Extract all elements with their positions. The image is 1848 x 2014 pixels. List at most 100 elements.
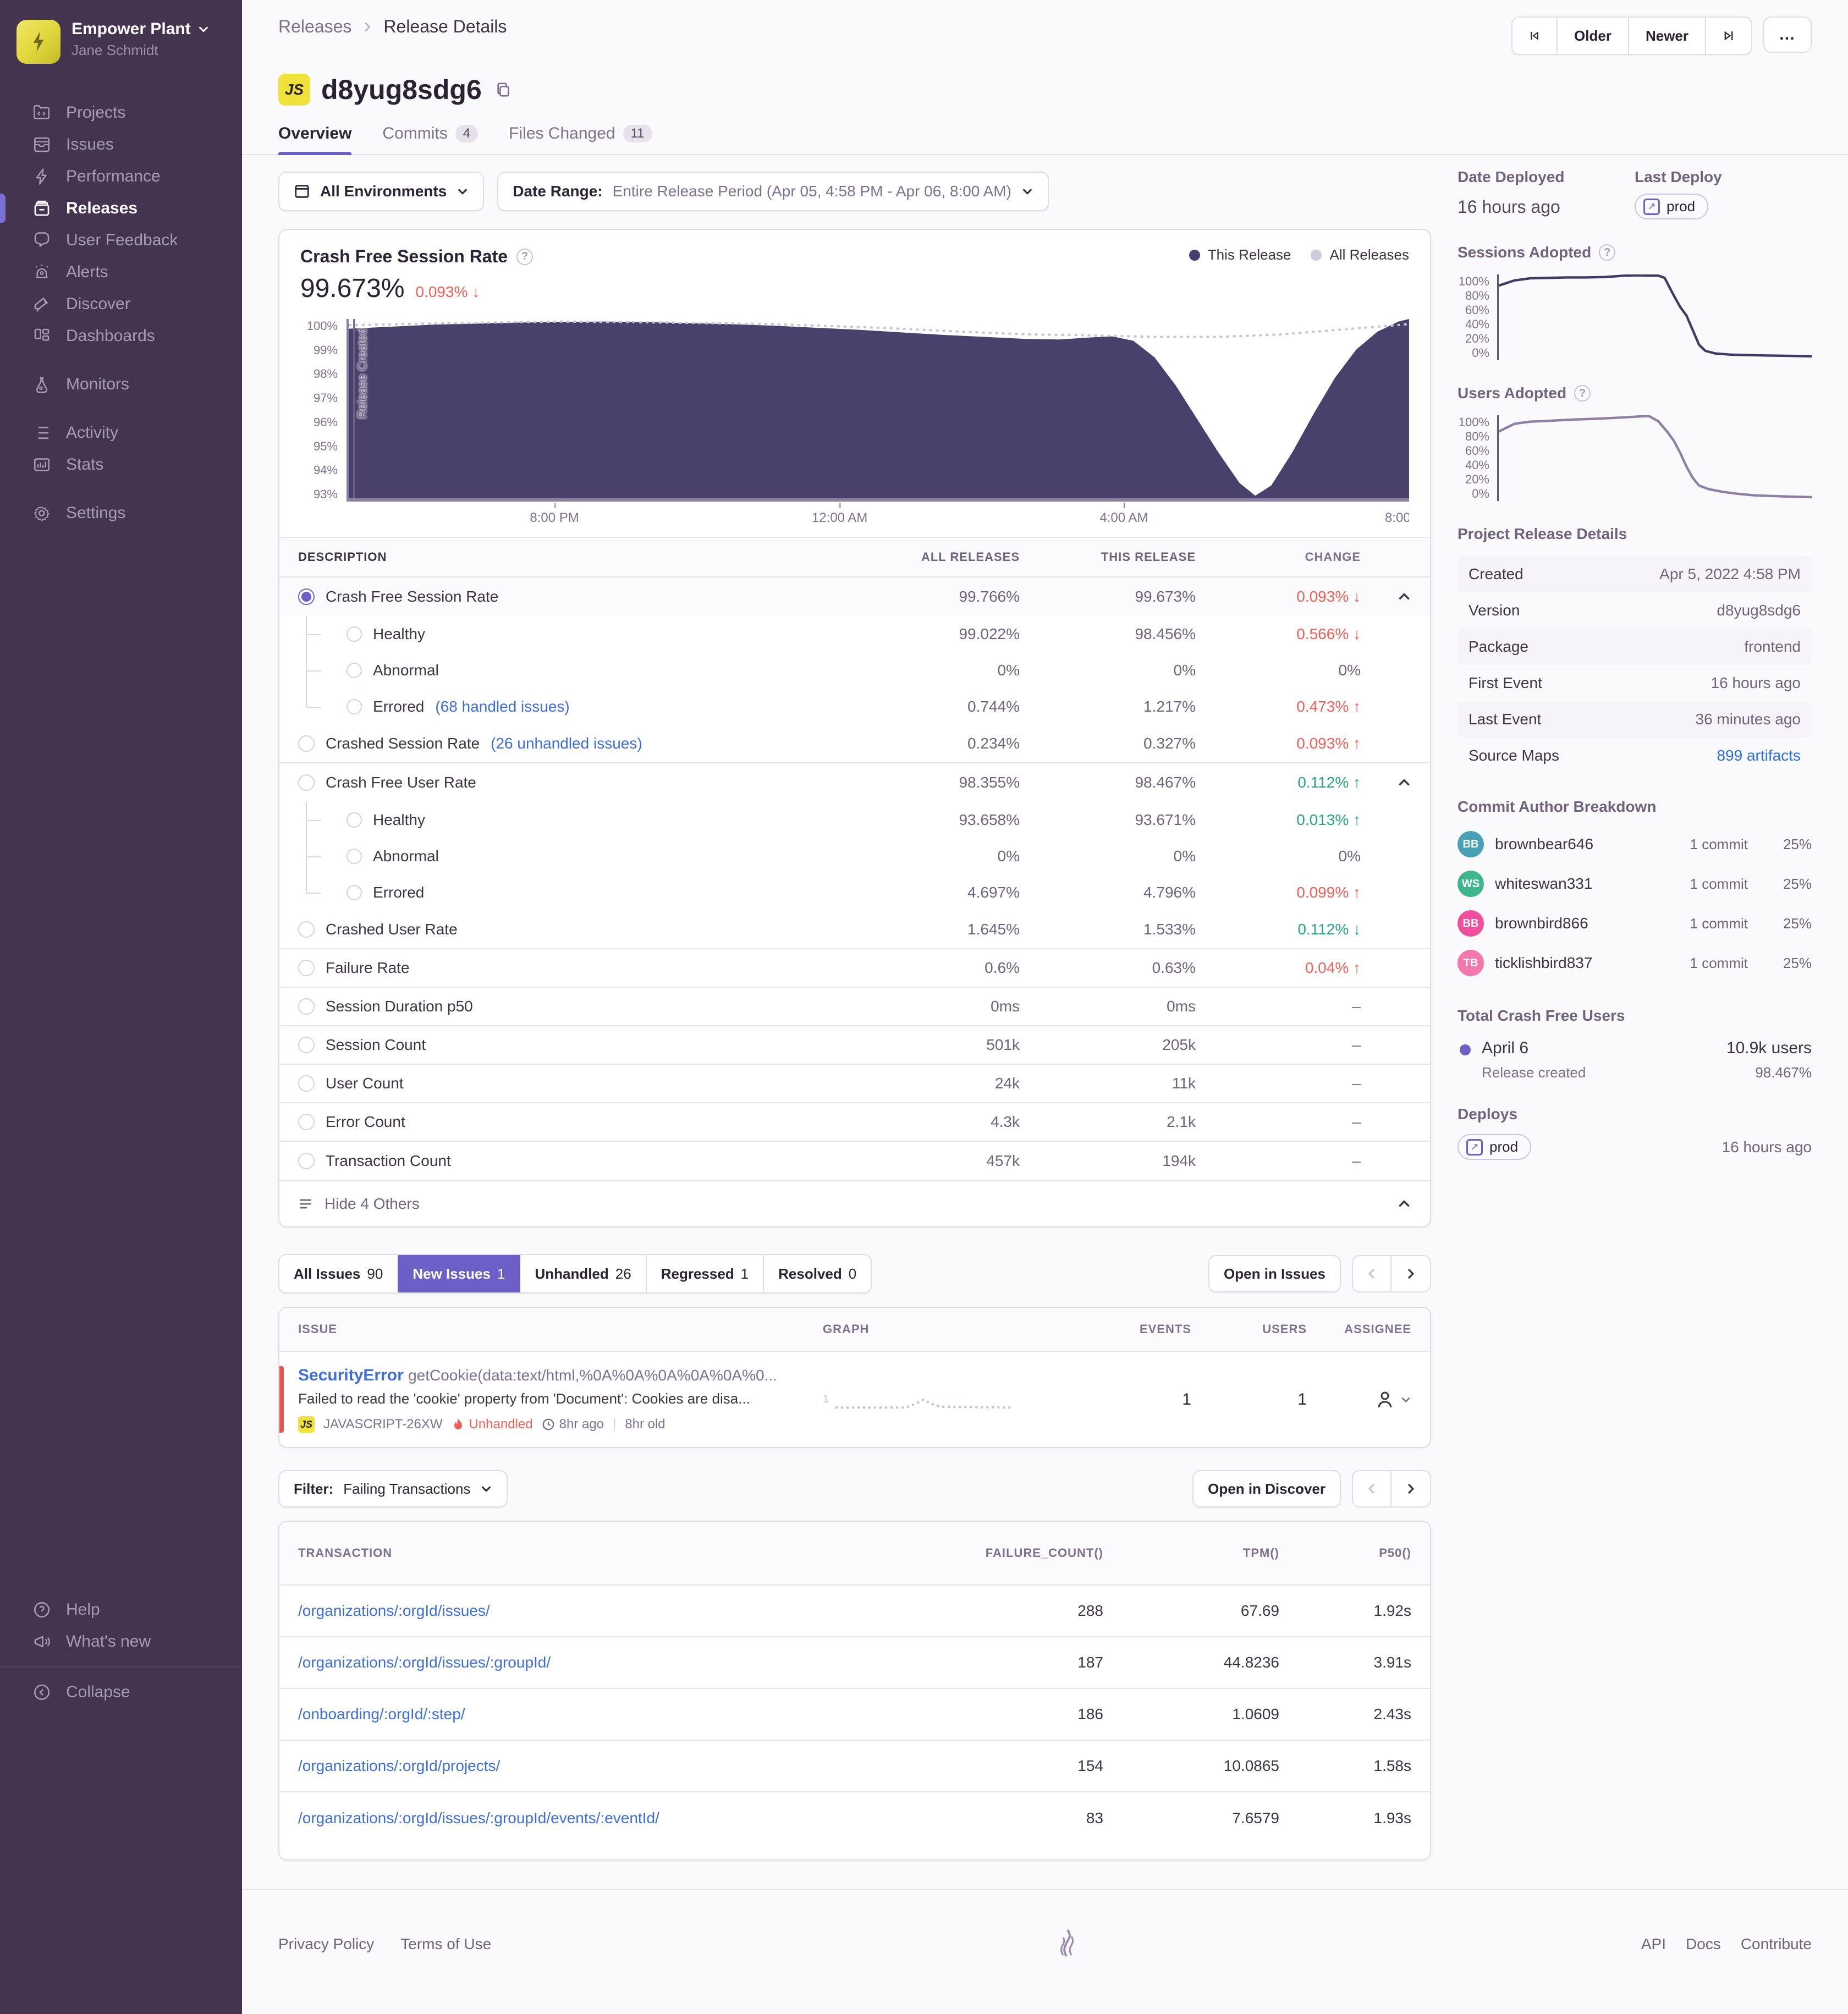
sidebar-item-user-feedback[interactable]: User Feedback — [0, 224, 242, 256]
sidebar-item-activity[interactable]: Activity — [0, 417, 242, 449]
transaction-link[interactable]: /organizations/:orgId/issues/:groupId/ev… — [298, 1809, 905, 1827]
sidebar-item-settings[interactable]: Settings — [0, 497, 242, 529]
issues-tab-all-issues[interactable]: All Issues 90 — [279, 1255, 399, 1292]
row-chevron[interactable] — [1361, 775, 1411, 790]
transaction-link[interactable]: /onboarding/:orgId/:step/ — [298, 1705, 905, 1723]
metric-row-errored[interactable]: Errored (68 handled issues) 0.744% 1.217% 0.… — [279, 689, 1430, 725]
metric-radio[interactable] — [298, 960, 315, 976]
sidebar-item-discover[interactable]: Discover — [0, 288, 242, 320]
sidebar-item-dashboards[interactable]: Dashboards — [0, 320, 242, 352]
metric-radio[interactable] — [346, 885, 362, 900]
transaction-link[interactable]: /organizations/:orgId/issues/:groupId/ — [298, 1654, 905, 1671]
deploy-env-pill[interactable]: ↗ prod — [1458, 1134, 1532, 1160]
metric-radio[interactable] — [298, 735, 315, 752]
issues-tab-resolved[interactable]: Resolved 0 — [764, 1255, 871, 1292]
metric-radio[interactable] — [346, 849, 362, 864]
open-in-issues-button[interactable]: Open in Issues — [1208, 1255, 1341, 1292]
metric-radio[interactable] — [346, 812, 362, 828]
metric-row-failure-rate[interactable]: Failure Rate 0.6% 0.63% 0.04% ↑ — [279, 949, 1430, 988]
privacy-policy-link[interactable]: Privacy Policy — [278, 1935, 374, 1953]
metric-row-crash-free-user-rate[interactable]: Crash Free User Rate 98.355% 98.467% 0.112%… — [279, 763, 1430, 802]
metric-radio[interactable] — [346, 699, 362, 714]
metric-row-healthy[interactable]: Healthy 99.022% 98.456% 0.566% ↓ — [279, 616, 1430, 652]
detail-value[interactable]: 899 artifacts — [1717, 747, 1801, 764]
transaction-link[interactable]: /organizations/:orgId/projects/ — [298, 1757, 905, 1775]
issues-tab-regressed[interactable]: Regressed 1 — [647, 1255, 765, 1292]
tab-commits[interactable]: Commits 4 — [382, 124, 479, 154]
help-circle-icon[interactable]: ? — [516, 248, 534, 265]
environment-filter[interactable]: All Environments — [278, 172, 485, 211]
metric-row-abnormal[interactable]: Abnormal 0% 0% 0% — [279, 838, 1430, 874]
metric-radio[interactable] — [298, 774, 315, 791]
issue-title-link[interactable]: SecurityError — [298, 1366, 404, 1384]
sidebar-item-performance[interactable]: Performance — [0, 161, 242, 192]
assignee-selector[interactable] — [1307, 1389, 1411, 1411]
issue-row[interactable]: SecurityError getCookie(data:text/html,%… — [279, 1352, 1430, 1447]
metric-radio[interactable] — [298, 1037, 315, 1053]
sidebar-item-releases[interactable]: Releases — [0, 192, 242, 224]
metric-row-errored[interactable]: Errored 4.697% 4.796% 0.099% ↑ — [279, 874, 1430, 911]
sidebar-item-projects[interactable]: Projects — [0, 97, 242, 129]
session-rate-chart[interactable]: Release Created — [346, 319, 1409, 502]
help-circle-icon[interactable]: ? — [1574, 385, 1591, 401]
hide-others-button[interactable]: Hide 4 Others — [279, 1180, 1430, 1226]
sidebar-item-help[interactable]: Help — [0, 1594, 242, 1626]
metric-row-session-duration-p50[interactable]: Session Duration p50 0ms 0ms – — [279, 988, 1430, 1026]
transactions-prev-button[interactable] — [1352, 1470, 1392, 1507]
sidebar-item-alerts[interactable]: Alerts — [0, 256, 242, 288]
copy-icon[interactable] — [495, 81, 512, 98]
issues-tab-new-issues[interactable]: New Issues 1 — [398, 1255, 521, 1292]
metric-radio[interactable] — [346, 663, 362, 678]
open-in-discover-button[interactable]: Open in Discover — [1192, 1470, 1341, 1507]
tab-files-changed[interactable]: Files Changed 11 — [509, 124, 652, 154]
docs-link[interactable]: Docs — [1686, 1935, 1721, 1953]
more-actions-button[interactable]: … — [1763, 16, 1812, 53]
sidebar-item-collapse[interactable]: Collapse — [0, 1676, 242, 1708]
row-chevron[interactable] — [1361, 590, 1411, 604]
first-release-button[interactable] — [1513, 18, 1558, 54]
metric-row-crashed-user-rate[interactable]: Crashed User Rate 1.645% 1.533% 0.112% ↓ — [279, 911, 1430, 949]
newer-button[interactable]: Newer — [1629, 18, 1706, 54]
metric-radio[interactable] — [346, 626, 362, 642]
issues-prev-button[interactable] — [1352, 1255, 1392, 1292]
api-link[interactable]: API — [1641, 1935, 1666, 1953]
tab-overview[interactable]: Overview — [278, 124, 351, 155]
sessions-adopted-chart[interactable] — [1497, 274, 1812, 360]
sidebar-item-stats[interactable]: Stats — [0, 449, 242, 481]
sidebar-item-monitors[interactable]: Monitors — [0, 368, 242, 400]
org-switcher[interactable]: Empower Plant Jane Schmidt — [0, 0, 242, 97]
metric-row-error-count[interactable]: Error Count 4.3k 2.1k – — [279, 1103, 1430, 1142]
metric-row-crash-free-session-rate[interactable]: Crash Free Session Rate 99.766% 99.673% 0.0… — [279, 577, 1430, 616]
metric-row-user-count[interactable]: User Count 24k 11k – — [279, 1065, 1430, 1103]
metric-radio[interactable] — [298, 1114, 315, 1130]
deploy-env-pill[interactable]: ↗ prod — [1635, 194, 1709, 219]
transaction-filter[interactable]: Filter: Failing Transactions — [278, 1470, 508, 1507]
sidebar-item-what-s-new[interactable]: What's new — [0, 1626, 242, 1658]
metric-row-session-count[interactable]: Session Count 501k 205k – — [279, 1026, 1430, 1065]
transactions-next-button[interactable] — [1392, 1470, 1431, 1507]
metric-radio[interactable] — [298, 588, 315, 605]
metric-issues-link[interactable]: (68 handled issues) — [435, 698, 569, 716]
issues-next-button[interactable] — [1392, 1255, 1431, 1292]
metric-radio[interactable] — [298, 1075, 315, 1092]
older-button[interactable]: Older — [1558, 18, 1629, 54]
legend-item[interactable]: All Releases — [1311, 246, 1409, 263]
metric-radio[interactable] — [298, 921, 315, 938]
contribute-link[interactable]: Contribute — [1741, 1935, 1812, 1953]
users-adopted-chart[interactable] — [1497, 415, 1812, 501]
date-range-filter[interactable]: Date Range: Entire Release Period (Apr 0… — [497, 172, 1049, 211]
metric-radio[interactable] — [298, 1153, 315, 1169]
breadcrumb-releases[interactable]: Releases — [278, 16, 351, 37]
metric-row-crashed-session-rate[interactable]: Crashed Session Rate (26 unhandled issues… — [279, 725, 1430, 763]
sidebar-item-issues[interactable]: Issues — [0, 129, 242, 161]
terms-link[interactable]: Terms of Use — [400, 1935, 491, 1953]
legend-item[interactable]: This Release — [1189, 246, 1291, 263]
issues-tab-unhandled[interactable]: Unhandled 26 — [520, 1255, 647, 1292]
help-circle-icon[interactable]: ? — [1599, 244, 1616, 261]
metric-row-abnormal[interactable]: Abnormal 0% 0% 0% — [279, 652, 1430, 689]
metric-radio[interactable] — [298, 998, 315, 1015]
metric-row-transaction-count[interactable]: Transaction Count 457k 194k – — [279, 1142, 1430, 1180]
metric-issues-link[interactable]: (26 unhandled issues) — [491, 735, 642, 752]
last-release-button[interactable] — [1706, 18, 1751, 54]
transaction-link[interactable]: /organizations/:orgId/issues/ — [298, 1602, 905, 1620]
